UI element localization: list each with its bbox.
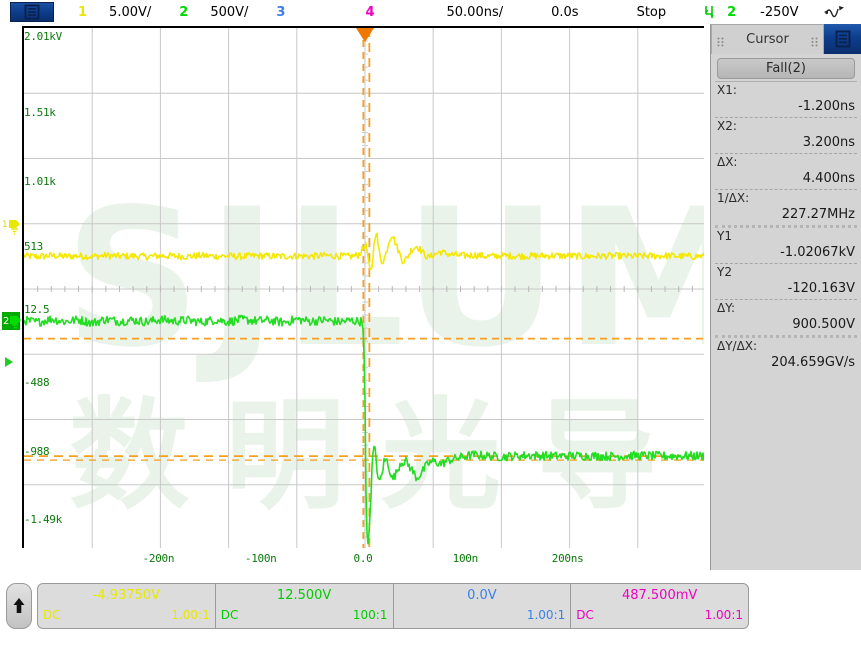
measurement-value: -120.163V	[787, 281, 855, 296]
cursor-measurement-row[interactable]: Y1 -1.02067kV	[715, 225, 857, 263]
y-axis-label: -488	[24, 376, 50, 389]
ch2-scale: 500V/	[210, 4, 249, 20]
plot-canvas[interactable]: SJLUMIN 数明光导	[22, 26, 704, 548]
ch1-ground-marker[interactable]: 1	[2, 217, 22, 235]
measurement-label: ΔY/ΔX:	[717, 339, 758, 353]
measurement-value: 3.200ns	[802, 135, 855, 150]
cursor-measurement-row[interactable]: 1/ΔX: 227.27MHz	[715, 189, 857, 225]
svg-text:1: 1	[2, 220, 8, 230]
sidebar-title: Cursor	[746, 32, 789, 47]
ch1-number: 1	[78, 4, 88, 20]
sidebar-header: Cursor	[711, 24, 861, 54]
x-axis-label: 200ns	[551, 552, 584, 565]
menu-list-icon[interactable]	[10, 2, 54, 22]
measurement-label: X1:	[717, 83, 737, 97]
menu-list-icon[interactable]	[824, 24, 861, 54]
trigger-level[interactable]: -250V	[760, 5, 798, 20]
ch4-number: 4	[365, 4, 375, 20]
trigger-mode-icon[interactable]	[823, 5, 845, 19]
arrow-up-icon[interactable]	[6, 583, 32, 629]
cursor-tab[interactable]: Cursor	[711, 24, 824, 54]
waveform-area[interactable]: 1 2 SJLUMIN 数明光导 2.0	[0, 24, 710, 570]
cursor-measurement-row[interactable]: Y2 -120.163V	[715, 263, 857, 299]
measurement-label: X2:	[717, 119, 737, 133]
cursor-mode-button[interactable]: Fall(2)	[717, 58, 855, 79]
y-axis-label: 12.5	[24, 303, 50, 316]
timebase-value[interactable]: 50.00ns/	[447, 5, 504, 20]
trigger-source[interactable]: 2	[727, 5, 736, 20]
cursor-measurement-row[interactable]: ΔY: 900.500V	[715, 299, 857, 335]
trigger-level-marker[interactable]	[2, 354, 22, 370]
x-axis-label: 100n	[452, 552, 479, 565]
ch1-topbar-group[interactable]: 1 5.00V/	[78, 5, 151, 20]
cursor-sidebar[interactable]: Cursor Fall(2) X1: -1.200ns X2: 3.200ns …	[710, 24, 861, 570]
cursor-measurement-row[interactable]: X1: -1.200ns	[715, 81, 857, 117]
ch3-topbar-group[interactable]: 3	[276, 5, 307, 20]
run-state[interactable]: Stop	[637, 5, 667, 20]
channel-offset-value: 487.500mV	[621, 588, 698, 603]
channel-probe-ratio[interactable]: 1.00:1	[705, 606, 743, 624]
channel-setting-ch2[interactable]: 12.500V DC 100:1	[216, 584, 394, 628]
oscilloscope-screen: 1 5.00V/ 2 500V/ 3 4 50.00ns/ 0.0s Stop …	[0, 0, 861, 653]
measurement-label: Y2	[717, 265, 732, 279]
measurement-label: Y1	[717, 229, 732, 243]
ch3-number: 3	[276, 4, 286, 20]
measurement-label: ΔX:	[717, 155, 738, 169]
x-axis-label: -200n	[142, 552, 175, 565]
x-axis-label: -100n	[244, 552, 277, 565]
measurement-label: ΔY:	[717, 301, 735, 315]
channel-setting-ch4[interactable]: 487.500mV DC 1.00:1	[571, 584, 748, 628]
y-axis-label: -988	[24, 445, 50, 458]
channel-offset-value: -4.93750V	[92, 588, 161, 603]
channel-offset-value: 12.500V	[276, 588, 332, 603]
sidebar-body: Fall(2) X1: -1.200ns X2: 3.200ns ΔX: 4.400ns 1…	[711, 58, 861, 373]
waveform-traces	[24, 232, 704, 545]
channel-probe-ratio[interactable]: 1.00:1	[171, 606, 209, 624]
cursor-measurement-row[interactable]: ΔX: 4.400ns	[715, 153, 857, 189]
y-axis-label: 1.51k	[24, 106, 56, 119]
ch2-topbar-group[interactable]: 2 500V/	[179, 5, 248, 20]
ch2-ground-marker[interactable]: 2	[2, 312, 22, 338]
channel-setting-ch1[interactable]: -4.93750V DC 1.00:1	[38, 584, 216, 628]
ch4-topbar-group[interactable]: 4	[365, 5, 396, 20]
cursor-measurement-row[interactable]: X2: 3.200ns	[715, 117, 857, 153]
cursor-measurement-list: X1: -1.200ns X2: 3.200ns ΔX: 4.400ns 1/ΔX: 227.…	[715, 81, 857, 373]
measurement-value: 227.27MHz	[781, 207, 855, 222]
x-axis-label: 0.0	[353, 552, 373, 565]
trigger-falling-edge-icon[interactable]	[704, 4, 717, 20]
y-axis-label: -1.49k	[24, 513, 62, 526]
channel-setting-ch3[interactable]: 0.0V 1.00:1	[394, 584, 572, 628]
measurement-value: 4.400ns	[802, 171, 855, 186]
drag-handle-right-icon[interactable]	[811, 34, 818, 47]
channel-probe-ratio[interactable]: 100:1	[353, 606, 388, 624]
channel-coupling[interactable]: DC	[221, 606, 239, 624]
x-axis-labels: -200n -100n 0.0 100n 200ns	[22, 550, 704, 570]
delay-value[interactable]: 0.0s	[551, 5, 578, 20]
cursor-measurement-row[interactable]: ΔY/ΔX: 204.659GV/s	[715, 335, 857, 373]
measurement-label: 1/ΔX:	[717, 191, 750, 205]
top-status-bar: 1 5.00V/ 2 500V/ 3 4 50.00ns/ 0.0s Stop …	[0, 0, 861, 24]
measurement-value: 204.659GV/s	[771, 355, 855, 370]
channel-coupling[interactable]: DC	[43, 606, 61, 624]
measurement-value: -1.200ns	[798, 99, 855, 114]
ch1-scale: 5.00V/	[109, 4, 152, 20]
channel-settings-bar: -4.93750V DC 1.00:1 12.500V DC 100:1 0.0V 1.00:…	[37, 583, 749, 629]
channel-coupling[interactable]: DC	[576, 606, 594, 624]
measurement-value: 900.500V	[792, 317, 855, 332]
y-axis-label: 2.01kV	[24, 30, 62, 43]
drag-handle-left-icon[interactable]	[717, 34, 724, 47]
measurement-value: -1.02067kV	[780, 245, 855, 260]
y-axis-label: 513	[24, 240, 43, 253]
ch2-number: 2	[179, 4, 189, 20]
channel-probe-ratio[interactable]: 1.00:1	[527, 606, 565, 624]
bottom-channel-bar: -4.93750V DC 1.00:1 12.500V DC 100:1 0.0V 1.00:…	[0, 578, 861, 634]
y-axis-label: 1.01k	[24, 175, 56, 188]
channel-offset-value: 0.0V	[467, 588, 497, 603]
svg-text:2: 2	[3, 316, 9, 327]
